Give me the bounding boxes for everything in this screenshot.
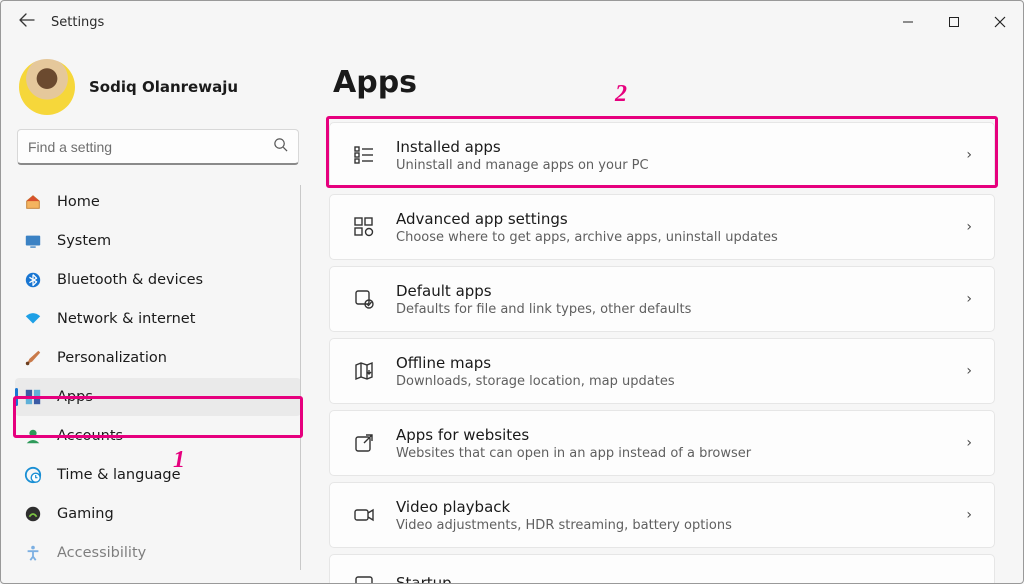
sidebar-item-accessibility[interactable]: Accessibility — [15, 534, 301, 572]
chevron-right-icon: › — [966, 291, 976, 307]
minimize-button[interactable] — [885, 6, 931, 38]
person-icon — [23, 426, 43, 446]
card-default-apps[interactable]: Default apps Defaults for file and link … — [329, 266, 995, 332]
card-subtitle: Downloads, storage location, map updates — [396, 374, 966, 389]
sidebar-item-time[interactable]: Time & language — [15, 456, 301, 494]
main-content: Apps Installed apps Uninstall and manage… — [309, 43, 1023, 583]
apps-icon — [23, 387, 43, 407]
card-title: Installed apps — [396, 138, 966, 156]
default-apps-icon — [350, 285, 378, 313]
card-subtitle: Uninstall and manage apps on your PC — [396, 158, 966, 173]
sidebar-item-accounts[interactable]: Accounts — [15, 417, 301, 455]
sidebar-item-apps[interactable]: Apps — [15, 378, 301, 416]
sidebar-item-personalization[interactable]: Personalization — [15, 339, 301, 377]
search-icon — [273, 137, 288, 156]
card-title: Video playback — [396, 498, 966, 516]
sidebar-item-label: System — [57, 233, 111, 249]
chevron-right-icon: › — [966, 507, 976, 523]
home-icon — [23, 192, 43, 212]
chevron-right-icon: › — [966, 435, 976, 451]
card-apps-for-websites[interactable]: Apps for websites Websites that can open… — [329, 410, 995, 476]
back-button[interactable] — [17, 12, 37, 32]
search-box[interactable] — [17, 129, 299, 165]
titlebar: Settings — [1, 1, 1023, 43]
card-title: Apps for websites — [396, 426, 966, 444]
sidebar-item-label: Accounts — [57, 428, 123, 444]
sidebar-item-label: Time & language — [57, 467, 181, 483]
chevron-right-icon: › — [966, 219, 976, 235]
sidebar: Sodiq Olanrewaju Home System Bluetooth &… — [1, 43, 309, 583]
startup-icon — [350, 569, 378, 583]
sidebar-item-label: Home — [57, 194, 100, 210]
page-title: Apps — [333, 65, 995, 100]
sidebar-item-network[interactable]: Network & internet — [15, 300, 301, 338]
system-icon — [23, 231, 43, 251]
card-subtitle: Defaults for file and link types, other … — [396, 302, 966, 317]
wifi-icon — [23, 309, 43, 329]
profile[interactable]: Sodiq Olanrewaju — [15, 55, 301, 129]
profile-name: Sodiq Olanrewaju — [89, 78, 238, 96]
maximize-button[interactable] — [931, 6, 977, 38]
sidebar-item-label: Accessibility — [57, 545, 146, 561]
card-installed-apps[interactable]: Installed apps Uninstall and manage apps… — [329, 122, 995, 188]
search-input[interactable] — [28, 139, 273, 155]
sidebar-item-gaming[interactable]: Gaming — [15, 495, 301, 533]
video-icon — [350, 501, 378, 529]
avatar — [19, 59, 75, 115]
card-title: Default apps — [396, 282, 966, 300]
sidebar-item-bluetooth[interactable]: Bluetooth & devices — [15, 261, 301, 299]
card-advanced-app-settings[interactable]: Advanced app settings Choose where to ge… — [329, 194, 995, 260]
window-controls — [885, 6, 1023, 38]
card-title: Offline maps — [396, 354, 966, 372]
sidebar-item-home[interactable]: Home — [15, 183, 301, 221]
sidebar-item-label: Network & internet — [57, 311, 195, 327]
card-title: Startup — [396, 574, 976, 583]
close-button[interactable] — [977, 6, 1023, 38]
card-subtitle: Websites that can open in an app instead… — [396, 446, 966, 461]
card-video-playback[interactable]: Video playback Video adjustments, HDR st… — [329, 482, 995, 548]
card-subtitle: Video adjustments, HDR streaming, batter… — [396, 518, 966, 533]
list-icon — [350, 141, 378, 169]
accessibility-icon — [23, 543, 43, 563]
bluetooth-icon — [23, 270, 43, 290]
card-startup[interactable]: Startup — [329, 554, 995, 583]
sidebar-item-label: Gaming — [57, 506, 114, 522]
map-icon — [350, 357, 378, 385]
brush-icon — [23, 348, 43, 368]
chevron-right-icon: › — [966, 363, 976, 379]
sidebar-item-label: Apps — [57, 389, 93, 405]
settings-cards: Installed apps Uninstall and manage apps… — [329, 122, 995, 583]
chevron-right-icon: › — [966, 147, 976, 163]
globe-clock-icon — [23, 465, 43, 485]
sidebar-item-label: Personalization — [57, 350, 167, 366]
sidebar-item-label: Bluetooth & devices — [57, 272, 203, 288]
sidebar-item-system[interactable]: System — [15, 222, 301, 260]
card-subtitle: Choose where to get apps, archive apps, … — [396, 230, 966, 245]
card-offline-maps[interactable]: Offline maps Downloads, storage location… — [329, 338, 995, 404]
gaming-icon — [23, 504, 43, 524]
window-title: Settings — [51, 15, 104, 30]
card-title: Advanced app settings — [396, 210, 966, 228]
apps-gear-icon — [350, 213, 378, 241]
open-external-icon — [350, 429, 378, 457]
nav: Home System Bluetooth & devices Network … — [15, 183, 301, 572]
